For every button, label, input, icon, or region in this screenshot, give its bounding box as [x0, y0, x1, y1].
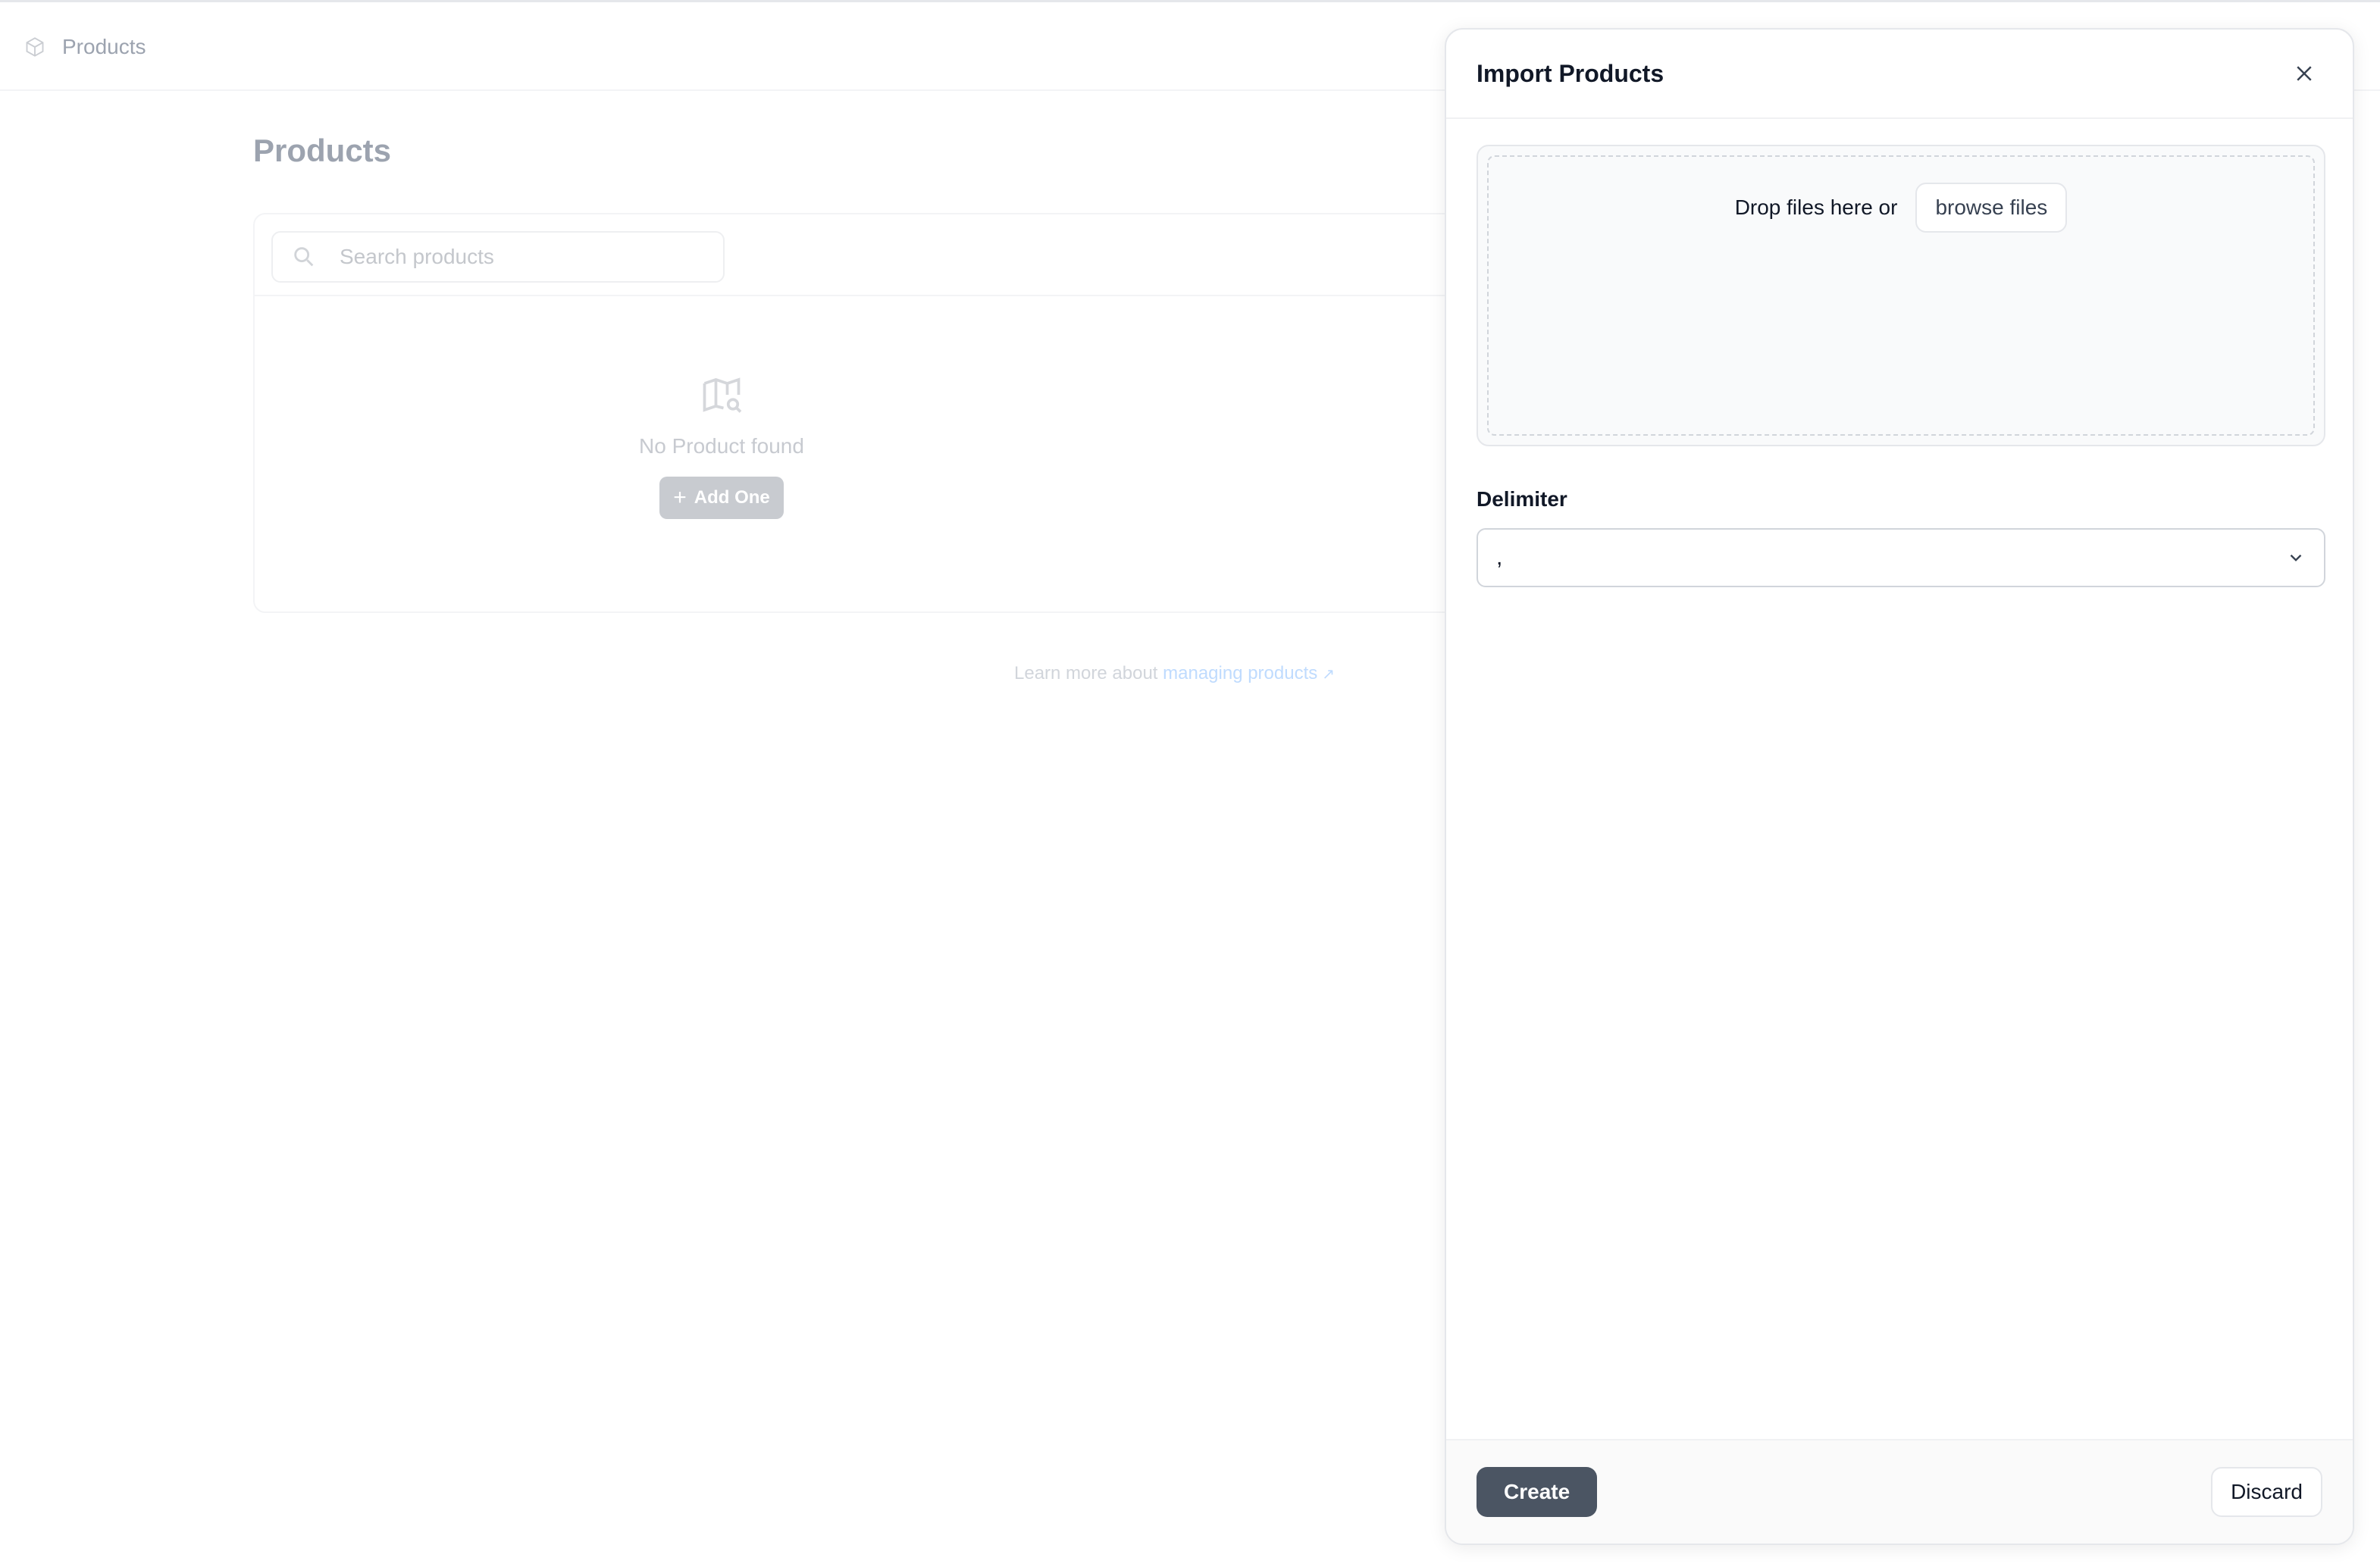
- create-button[interactable]: Create: [1477, 1467, 1598, 1517]
- app-root: Products Products Search products No Pro…: [0, 0, 2380, 1567]
- learn-more-prefix: Learn more about: [1014, 663, 1163, 683]
- map-search-icon: [703, 377, 742, 413]
- dropzone-inner: Drop files here or browse files: [1487, 155, 2315, 436]
- add-one-label: Add One: [694, 487, 770, 508]
- breadcrumb-products[interactable]: Products: [62, 35, 146, 59]
- managing-products-link[interactable]: managing products: [1163, 663, 1317, 683]
- search-box[interactable]: Search products: [271, 231, 725, 283]
- page-title: Products: [253, 133, 392, 168]
- browse-files-button[interactable]: browse files: [1915, 183, 2068, 233]
- empty-state: No Product found + Add One: [255, 298, 1188, 519]
- file-dropzone[interactable]: Drop files here or browse files: [1477, 145, 2325, 446]
- delimiter-value: ,: [1496, 545, 1503, 570]
- empty-message: No Product found: [639, 434, 804, 458]
- chevron-down-icon: [2290, 554, 2302, 561]
- search-input[interactable]: Search products: [340, 245, 494, 269]
- drawer-header: Import Products: [1446, 30, 2353, 119]
- learn-more: Learn more about managing products ↗: [1014, 663, 1335, 684]
- products-card: Search products No Product found + Add O…: [253, 213, 1542, 613]
- dropzone-text: Drop files here or: [1734, 195, 1898, 219]
- card-header: Search products: [255, 214, 1540, 296]
- discard-button[interactable]: Discard: [2211, 1467, 2322, 1517]
- close-icon: [2297, 66, 2312, 81]
- delimiter-label: Delimiter: [1477, 487, 1567, 511]
- box-icon: [26, 37, 44, 57]
- add-one-button[interactable]: + Add One: [659, 477, 784, 519]
- drawer-title: Import Products: [1477, 59, 1664, 87]
- drawer-footer: Create Discard: [1446, 1439, 2353, 1544]
- delimiter-select[interactable]: ,: [1477, 528, 2325, 587]
- plus-icon: +: [673, 485, 687, 510]
- close-button[interactable]: [2288, 57, 2321, 90]
- search-icon: [294, 247, 314, 267]
- import-products-drawer: Import Products Drop files here or brows…: [1445, 28, 2354, 1545]
- external-link-icon: ↗: [1322, 666, 1336, 683]
